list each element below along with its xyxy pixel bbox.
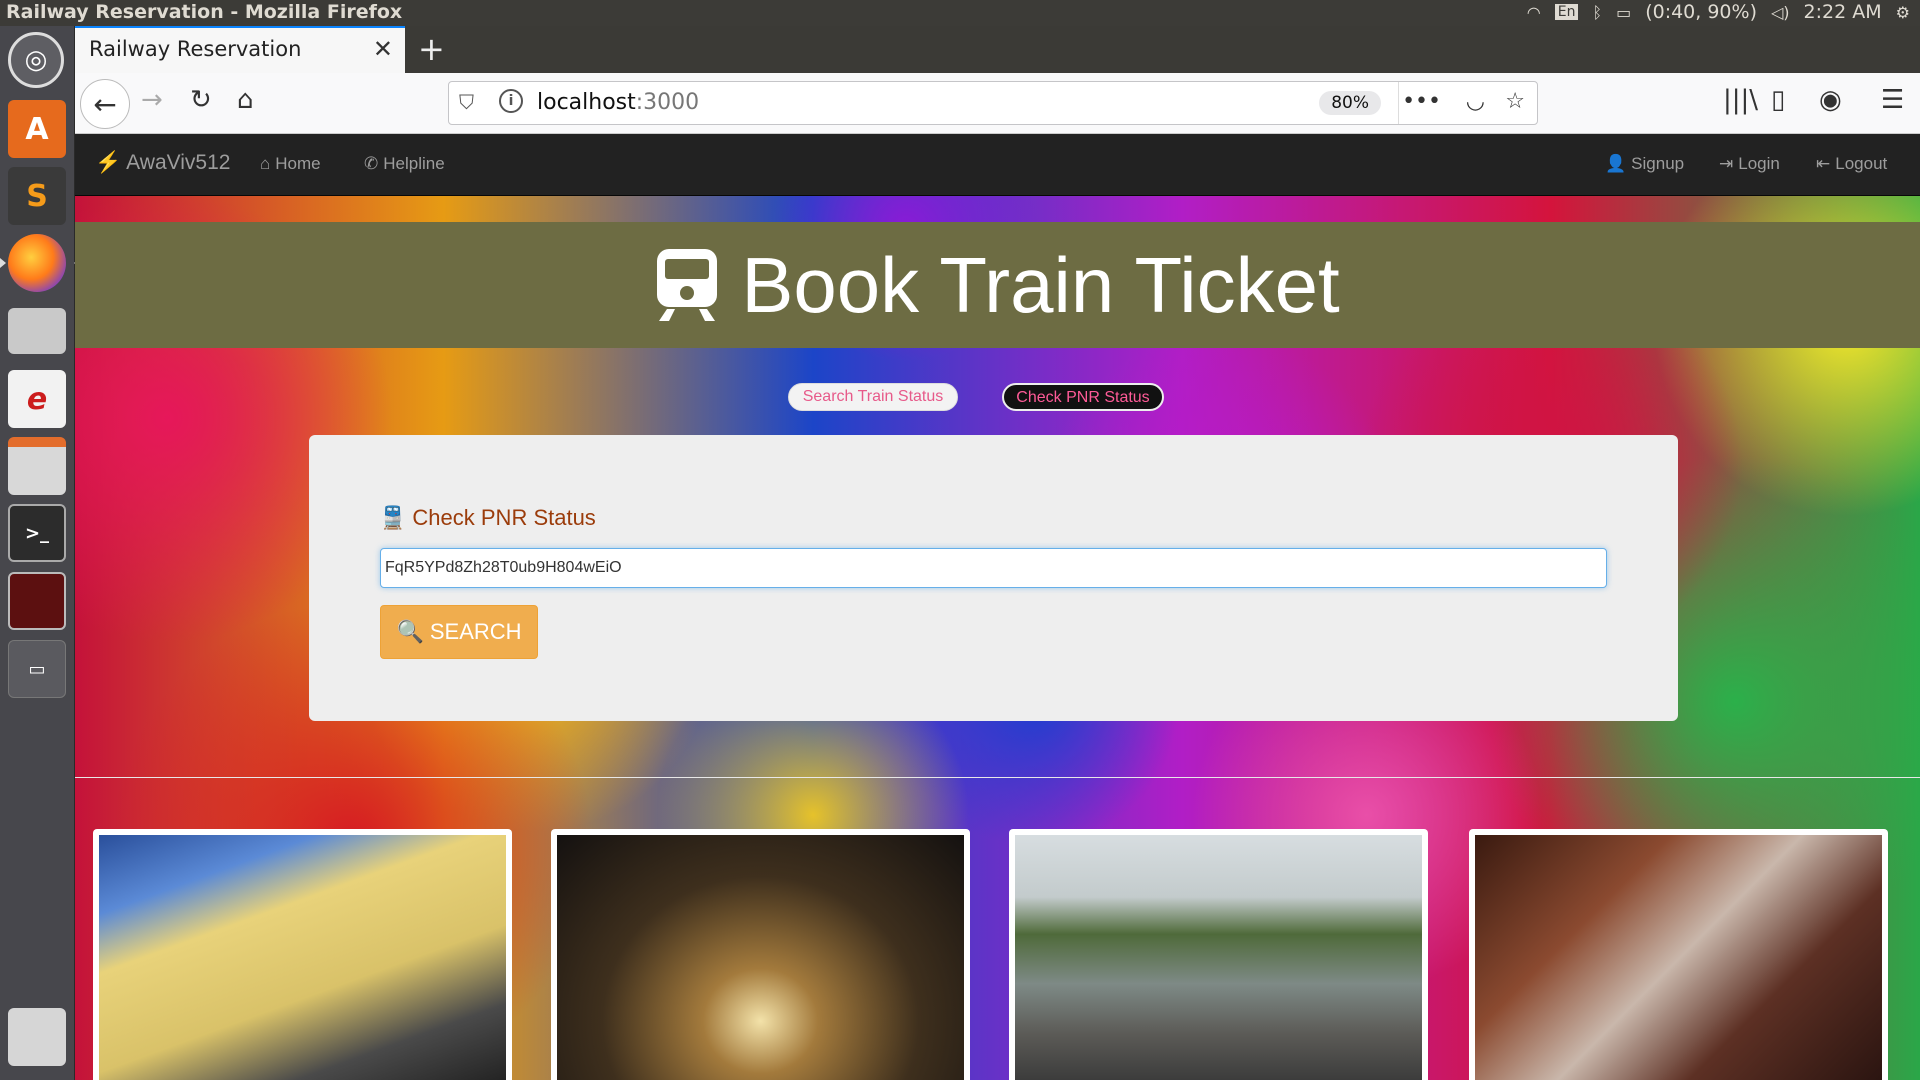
train-logo-icon: ⚡ <box>95 151 122 174</box>
hero-banner: Book Train Ticket <box>75 222 1920 348</box>
firefox-icon[interactable] <box>0 234 80 292</box>
tracking-shield-icon[interactable]: ⛉ <box>459 90 474 114</box>
tab-title: Railway Reservation <box>89 37 302 61</box>
logout-icon: ⇤ <box>1816 154 1831 173</box>
files-icon[interactable] <box>8 437 66 495</box>
search-icon: 🔍 <box>396 619 424 644</box>
wifi-icon[interactable]: ◠ <box>1527 3 1541 22</box>
window-title: Railway Reservation - Mozilla Firefox <box>6 1 403 23</box>
close-icon[interactable]: ✕ <box>373 35 393 63</box>
apps-icon[interactable]: ▭ <box>8 640 66 698</box>
gallery-image-station <box>93 829 512 1080</box>
account-icon[interactable]: ◉ <box>1819 85 1842 115</box>
pnr-panel: 🚆 Check PNR Status 🔍 SEARCH <box>309 435 1678 721</box>
bookmark-star-icon[interactable]: ☆ <box>1505 89 1525 114</box>
gallery-image-platform <box>551 829 970 1080</box>
check-pnr-status-button[interactable]: Check PNR Status <box>1002 383 1164 411</box>
keyboard-layout-indicator[interactable]: En <box>1554 4 1579 20</box>
zoom-level-button[interactable]: 80% <box>1319 91 1381 115</box>
terminal-icon[interactable]: >_ <box>8 504 66 562</box>
menu-icon[interactable]: ☰ <box>1881 85 1904 115</box>
url-text[interactable]: localhost:3000 <box>537 90 699 115</box>
site-info-icon[interactable]: i <box>499 89 523 113</box>
page-actions-icon[interactable]: ••• <box>1402 89 1441 114</box>
document-viewer-icon[interactable]: e <box>8 370 66 428</box>
phone-icon: ✆ <box>364 154 379 173</box>
nav-signup-link[interactable]: 👤 Signup <box>1605 154 1684 174</box>
reload-button[interactable]: ↻ <box>190 85 212 115</box>
pnr-input[interactable] <box>380 548 1607 588</box>
workspace-switcher-icon[interactable] <box>8 572 66 630</box>
launcher: ◎ A S e >_ ▭ <box>0 26 80 1080</box>
login-icon: ⇥ <box>1719 154 1734 173</box>
divider <box>75 777 1920 778</box>
nav-home-link[interactable]: ⌂ Home <box>260 154 321 174</box>
tab-bar: Railway Reservation ✕ + <box>75 26 1920 73</box>
library-icon[interactable]: |||\ <box>1723 85 1758 115</box>
home-button[interactable]: ⌂ <box>237 85 254 115</box>
search-button[interactable]: 🔍 SEARCH <box>380 605 538 659</box>
volume-icon[interactable]: ◁) <box>1771 3 1790 22</box>
web-page: ⚡ AwaViv512 ⌂ Home ✆ Helpline 👤 Signup ⇥ Logi… <box>75 134 1920 1080</box>
site-navbar: ⚡ AwaViv512 ⌂ Home ✆ Helpline 👤 Signup ⇥ Logi… <box>75 134 1920 196</box>
nav-helpline-link[interactable]: ✆ Helpline <box>364 154 445 174</box>
train-icon <box>657 249 718 321</box>
user-plus-icon: 👤 <box>1605 154 1627 173</box>
url-separator <box>1398 82 1399 124</box>
pocket-icon[interactable]: ◡ <box>1466 89 1485 114</box>
top-panel: Railway Reservation - Mozilla Firefox ◠ … <box>0 0 1920 26</box>
disk-drive-icon[interactable] <box>8 308 66 354</box>
page-title: Book Train Ticket <box>741 240 1340 329</box>
bluetooth-icon[interactable]: ᛒ <box>1592 3 1602 22</box>
ubuntu-dash-icon[interactable]: ◎ <box>8 32 64 88</box>
clock[interactable]: 2:22 AM <box>1804 1 1882 23</box>
navigation-toolbar: ← → ↻ ⌂ ⛉ i localhost:3000 80% ••• ◡ ☆ |… <box>75 73 1920 134</box>
gallery-image-curved-rails <box>1469 829 1888 1080</box>
gear-icon[interactable]: ⚙ <box>1896 3 1910 22</box>
new-tab-button[interactable]: + <box>418 30 445 68</box>
home-icon: ⌂ <box>260 154 271 173</box>
trash-icon[interactable] <box>8 1008 66 1066</box>
gallery-image-tracks <box>1009 829 1428 1080</box>
sublime-text-icon[interactable]: S <box>8 167 66 225</box>
panel-heading: 🚆 Check PNR Status <box>379 505 596 530</box>
software-center-icon[interactable]: A <box>8 100 66 158</box>
battery-icon[interactable]: ▭ <box>1616 3 1631 22</box>
train-icon: 🚆 <box>379 505 407 530</box>
nav-login-link[interactable]: ⇥ Login <box>1719 154 1780 174</box>
battery-status[interactable]: (0:40, 90%) <box>1645 1 1757 23</box>
url-bar[interactable]: ⛉ i localhost:3000 80% ••• ◡ ☆ <box>448 81 1538 125</box>
forward-button[interactable]: → <box>141 85 163 115</box>
nav-logout-link[interactable]: ⇤ Logout <box>1816 154 1887 174</box>
sidebar-icon[interactable]: ▯ <box>1771 85 1785 115</box>
brand-link[interactable]: ⚡ AwaViv512 <box>95 151 230 175</box>
tab-railway-reservation[interactable]: Railway Reservation ✕ <box>75 26 405 73</box>
search-train-status-button[interactable]: Search Train Status <box>788 383 958 411</box>
back-button[interactable]: ← <box>80 79 130 129</box>
